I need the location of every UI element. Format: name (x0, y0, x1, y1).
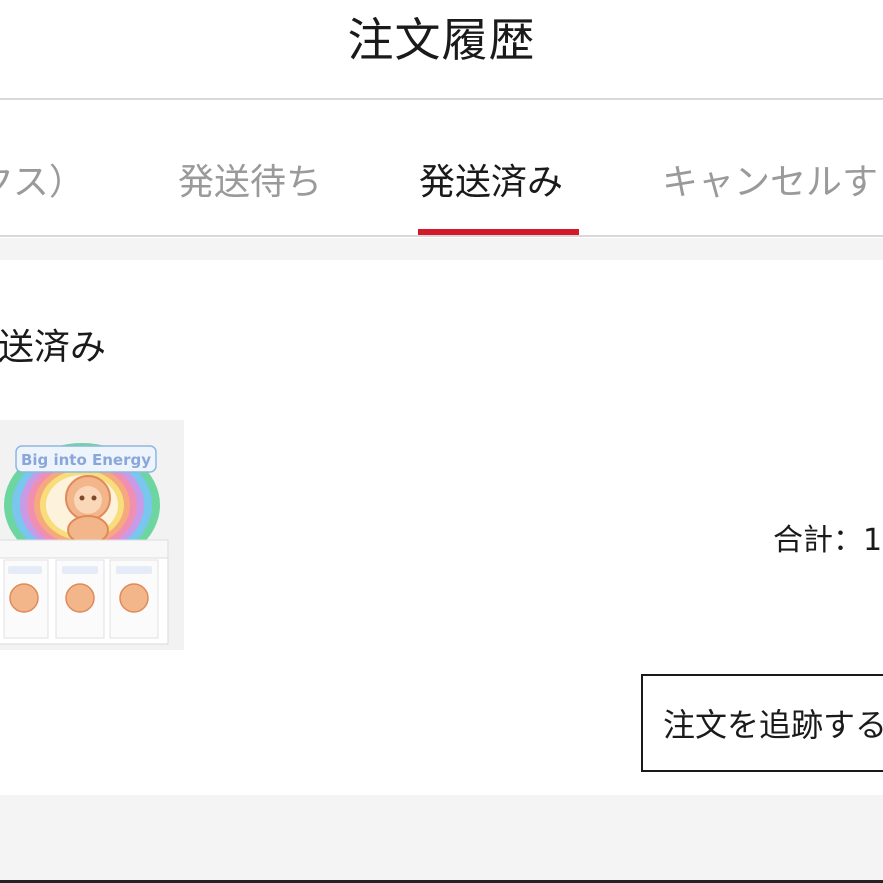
product-image[interactable]: Big into Energy (0, 420, 184, 650)
svg-text:Big into Energy: Big into Energy (21, 451, 151, 469)
page-title: 注文履歴 (347, 13, 536, 67)
order-status-tabs: クス） 発送待ち 発送済み キャンセルす (0, 101, 883, 237)
track-order-button[interactable]: 注文を追跡する (641, 674, 883, 772)
page-bottom-area (0, 795, 883, 883)
page-header: 注文履歴 (0, 0, 883, 100)
order-card[interactable]: 送済み Big into Energy 合計：1 注文を追跡する (0, 260, 883, 795)
tab-boxes[interactable]: クス） (0, 153, 85, 205)
tab-cancelled[interactable]: キャンセルす (662, 153, 878, 205)
tab-awaiting-shipment[interactable]: 発送待ち (178, 153, 322, 205)
order-total: 合計：1 (773, 523, 883, 558)
section-divider (0, 238, 883, 260)
order-status-label: 送済み (0, 327, 107, 368)
active-tab-indicator (418, 229, 579, 235)
tab-shipped[interactable]: 発送済み (419, 153, 563, 205)
